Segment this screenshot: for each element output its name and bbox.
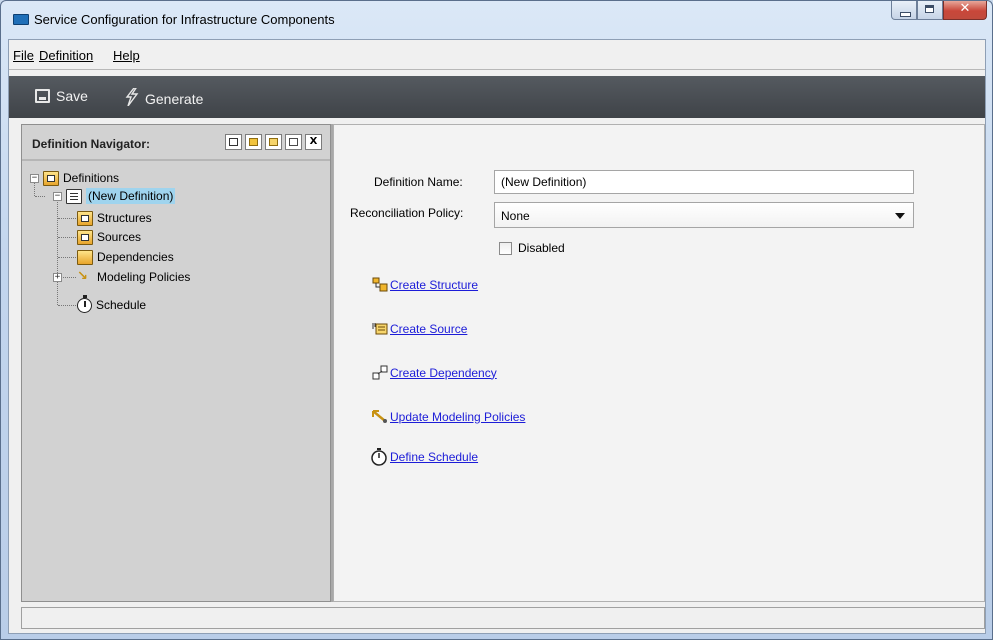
status-bar: [21, 607, 985, 629]
generate-button-label: Generate: [145, 90, 204, 107]
menu-help[interactable]: Help: [113, 48, 140, 63]
maximize-button[interactable]: [917, 1, 943, 20]
floppy-disk-icon: [35, 89, 50, 103]
definition-name-field[interactable]: [494, 170, 914, 194]
create-source-action[interactable]: Create Source: [372, 321, 467, 336]
schedule-icon: [77, 294, 92, 313]
tree-node-sources[interactable]: Sources: [77, 228, 141, 246]
application-window: Service Configuration for Infrastructure…: [0, 0, 993, 640]
definition-tree: − Definitions − (New Definition) Structu…: [30, 169, 320, 369]
stopwatch-icon: [370, 448, 388, 466]
app-icon: [13, 14, 29, 25]
navigator-header: Definition Navigator: X: [22, 125, 330, 161]
minimize-button[interactable]: [891, 1, 917, 20]
minimize-icon: [900, 12, 911, 17]
save-button-label: Save: [56, 88, 88, 104]
add-source-icon[interactable]: [265, 134, 282, 150]
window-title: Service Configuration for Infrastructure…: [34, 12, 335, 27]
modeling-policy-icon: [372, 409, 388, 424]
lightning-icon: [125, 87, 139, 109]
create-dependency-action[interactable]: Create Dependency: [372, 365, 497, 380]
close-button[interactable]: ✕: [943, 1, 987, 20]
create-structure-link[interactable]: Create Structure: [390, 278, 478, 292]
menu-definition-label: Definition: [39, 48, 94, 63]
menu-help-label: Help: [113, 48, 140, 63]
tree-label: Dependencies: [97, 250, 174, 264]
tree-connector: [58, 218, 76, 219]
reconciliation-policy-label: Reconciliation Policy:: [350, 206, 464, 220]
generate-button[interactable]: Generate: [125, 87, 204, 109]
tree-node-schedule[interactable]: Schedule: [77, 294, 147, 314]
structures-icon: [77, 210, 93, 226]
tree-node-definitions[interactable]: − Definitions: [30, 169, 119, 187]
disabled-checkbox-label: Disabled: [518, 241, 565, 255]
definition-navigator-panel: Definition Navigator: X − Definitions − …: [21, 124, 331, 602]
window-controls: ✕: [891, 1, 987, 21]
maximize-icon: [925, 5, 934, 13]
toolbar: Save Generate: [9, 76, 985, 118]
new-definition-icon[interactable]: [225, 134, 242, 150]
tree-connector: [58, 305, 76, 306]
tree-connector: [58, 257, 76, 258]
tree-label: Modeling Policies: [97, 270, 191, 284]
source-icon: [372, 321, 388, 336]
create-dependency-link[interactable]: Create Dependency: [390, 366, 497, 380]
tree-label: Definitions: [63, 171, 120, 185]
definition-document-icon: [66, 188, 82, 204]
expand-icon[interactable]: +: [53, 272, 62, 282]
menu-definition[interactable]: Definition: [39, 48, 93, 63]
menu-file[interactable]: File: [13, 48, 34, 63]
navigator-toolbar: X: [222, 134, 322, 150]
navigator-title: Definition Navigator:: [32, 137, 151, 151]
tree-label: Sources: [97, 230, 142, 244]
menu-bar: File Definition Help: [9, 40, 985, 70]
update-modeling-policies-action[interactable]: Update Modeling Policies: [372, 409, 525, 424]
disabled-checkbox[interactable]: [499, 242, 512, 255]
tree-label: Schedule: [96, 298, 147, 312]
close-icon: ✕: [959, 1, 971, 16]
add-structure-icon[interactable]: [245, 134, 262, 150]
tree-connector: [35, 196, 45, 197]
add-dependency-icon[interactable]: [285, 134, 302, 150]
create-source-link[interactable]: Create Source: [390, 322, 467, 336]
create-structure-action[interactable]: Create Structure: [372, 277, 478, 292]
dependency-icon: [372, 365, 388, 380]
title-bar[interactable]: Service Configuration for Infrastructure…: [1, 1, 992, 39]
save-button[interactable]: Save: [35, 88, 88, 104]
definition-name-label: Definition Name:: [374, 175, 463, 189]
definitions-folder-icon: [43, 170, 59, 186]
sources-icon: [77, 229, 93, 245]
structure-icon: [372, 277, 388, 292]
modeling-policies-icon: ↘: [77, 268, 88, 284]
chevron-down-icon: [895, 213, 905, 219]
collapse-icon[interactable]: −: [53, 191, 62, 201]
tree-connector: [57, 199, 58, 305]
tree-connector: [58, 237, 76, 238]
reconciliation-policy-value: None: [501, 209, 530, 223]
define-schedule-action[interactable]: Define Schedule: [370, 448, 478, 466]
client-area: File Definition Help Save Generate Defin…: [8, 39, 986, 634]
tree-node-structures[interactable]: Structures: [77, 209, 152, 227]
reconciliation-policy-select[interactable]: None: [494, 202, 914, 228]
dependencies-icon: [77, 249, 93, 265]
collapse-icon[interactable]: −: [30, 173, 39, 183]
tree-node-new-definition[interactable]: − (New Definition): [53, 187, 176, 205]
tree-node-modeling-policies[interactable]: + ↘ Modeling Policies: [53, 268, 190, 286]
delete-icon[interactable]: X: [305, 134, 322, 150]
update-modeling-policies-link[interactable]: Update Modeling Policies: [390, 410, 525, 424]
tree-label: Structures: [97, 211, 152, 225]
definition-detail-panel: Definition Name: Reconciliation Policy: …: [333, 124, 985, 602]
tree-label-selected: (New Definition): [86, 188, 176, 204]
tree-node-dependencies[interactable]: Dependencies: [77, 248, 174, 266]
define-schedule-link[interactable]: Define Schedule: [390, 450, 478, 464]
